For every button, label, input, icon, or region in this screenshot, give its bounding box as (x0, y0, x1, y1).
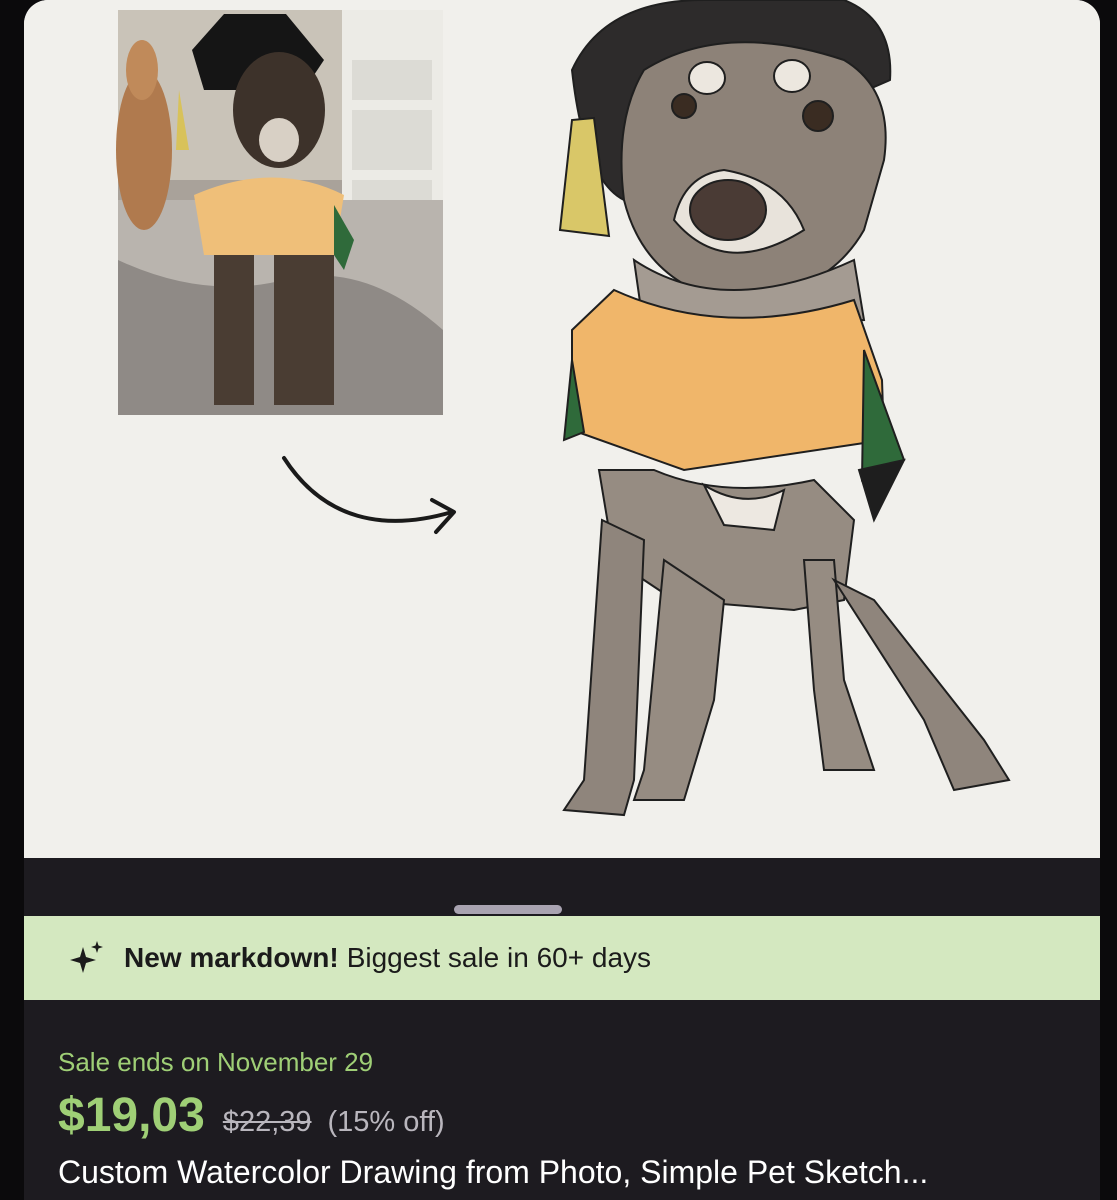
sheet-drag-handle[interactable] (454, 905, 562, 914)
listing-title[interactable]: Custom Watercolor Drawing from Photo, Si… (58, 1154, 1088, 1191)
listing-image[interactable] (24, 0, 1100, 858)
sparkle-icon (70, 941, 103, 973)
screen: New markdown! Biggest sale in 60+ days S… (0, 0, 1117, 1200)
listing-sheet: New markdown! Biggest sale in 60+ days S… (24, 0, 1100, 1200)
markdown-banner: New markdown! Biggest sale in 60+ days (24, 916, 1100, 1000)
banner-bold-text: New markdown! (124, 942, 339, 973)
banner-text: Biggest sale in 60+ days (346, 942, 652, 973)
sale-ends-text: Sale ends on November 29 (58, 1047, 374, 1077)
price-row: $19,03 $22,39 (15% off) (58, 1088, 445, 1143)
current-price: $19,03 (58, 1089, 205, 1142)
original-price: $22,39 (222, 1106, 312, 1138)
original-photo (116, 10, 443, 415)
discount-label: (15% off) (327, 1106, 445, 1138)
